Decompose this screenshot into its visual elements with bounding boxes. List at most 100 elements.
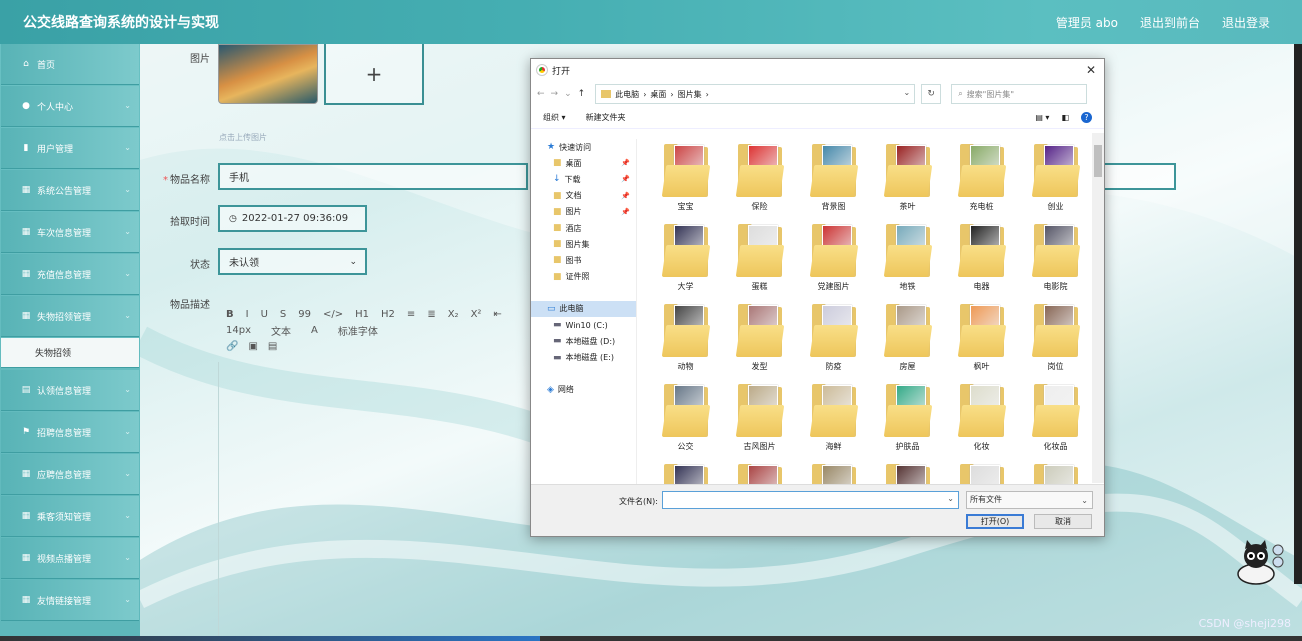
- sidebar-item[interactable]: ▦ 失物招领管理 ⌄: [1, 296, 139, 337]
- nav-item[interactable]: ↓ 下载 📌: [531, 171, 636, 187]
- preview-pane-icon[interactable]: ◧: [1061, 113, 1069, 122]
- refresh-icon[interactable]: ↻: [921, 84, 942, 104]
- folder-item[interactable]: 岗位: [1019, 299, 1092, 379]
- nav-item[interactable]: ▬ 本地磁盘 (E:): [531, 349, 636, 365]
- page-scrollbar[interactable]: [1294, 44, 1302, 584]
- nav-item[interactable]: ■ 图片集: [531, 236, 636, 252]
- nav-item[interactable]: ■ 图片 📌: [531, 204, 636, 220]
- view-icon[interactable]: ▤ ▾: [1035, 113, 1049, 122]
- folder-item[interactable]: [1019, 459, 1092, 484]
- organize-menu[interactable]: 组织 ▾: [543, 112, 566, 123]
- status-select[interactable]: 未认领 ⌄: [218, 248, 367, 275]
- pickup-time-input[interactable]: ◷ 2022-01-27 09:36:09: [218, 205, 367, 232]
- toolbar-button[interactable]: ≣: [427, 309, 435, 320]
- toolbar-button[interactable]: 99: [298, 309, 311, 320]
- folder-item[interactable]: 背景图: [797, 139, 870, 219]
- folder-item[interactable]: 充电桩: [945, 139, 1018, 219]
- folder-item[interactable]: 电影院: [1019, 219, 1092, 299]
- sidebar-item[interactable]: ▮ 用户管理 ⌄: [1, 128, 139, 169]
- toolbar-button[interactable]: ⇤: [493, 309, 501, 320]
- toolbar-select[interactable]: 14px: [226, 325, 251, 336]
- sidebar-item[interactable]: ▦ 视频点播管理 ⌄: [1, 538, 139, 579]
- sidebar-item[interactable]: ▦ 车次信息管理 ⌄: [1, 212, 139, 253]
- breadcrumb-item[interactable]: 图片集: [678, 89, 702, 100]
- toolbar-button[interactable]: X₂: [448, 309, 459, 320]
- folder-item[interactable]: 房屋: [871, 299, 944, 379]
- add-image-button[interactable]: +: [324, 44, 424, 105]
- nav-item[interactable]: ■ 文档 📌: [531, 188, 636, 204]
- folder-item[interactable]: 宝宝: [649, 139, 722, 219]
- nav-item[interactable]: ■ 图书: [531, 252, 636, 268]
- image-icon[interactable]: ▣: [248, 341, 257, 352]
- toolbar-select[interactable]: 文本: [271, 323, 291, 338]
- toolbar-button[interactable]: H2: [381, 309, 395, 320]
- folder-item[interactable]: 创业: [1019, 139, 1092, 219]
- breadcrumb-item[interactable]: 此电脑: [615, 89, 639, 100]
- close-icon[interactable]: ✕: [1082, 61, 1100, 79]
- folder-item[interactable]: 电器: [945, 219, 1018, 299]
- recent-chevron-icon[interactable]: ⌄: [564, 89, 572, 99]
- nav-item[interactable]: ▬ 本地磁盘 (D:): [531, 333, 636, 349]
- sidebar-item[interactable]: ▤ 认领信息管理 ⌄: [1, 370, 139, 411]
- cancel-button[interactable]: 取消: [1034, 514, 1092, 529]
- back-arrow-icon[interactable]: ←: [537, 89, 545, 99]
- sidebar-item[interactable]: ▦ 友情链接管理 ⌄: [1, 580, 139, 621]
- toolbar-select[interactable]: 标准字体: [338, 323, 378, 338]
- scroll-thumb[interactable]: [1094, 145, 1102, 177]
- folder-item[interactable]: 蛋糕: [723, 219, 796, 299]
- item-name-input-tail[interactable]: [1103, 163, 1176, 190]
- toolbar-select[interactable]: A: [311, 325, 318, 336]
- help-icon[interactable]: ?: [1081, 112, 1092, 123]
- folder-item[interactable]: 防疫: [797, 299, 870, 379]
- sidebar-item[interactable]: ● 个人中心 ⌄: [1, 86, 139, 127]
- toolbar-button[interactable]: X²: [471, 309, 482, 320]
- open-button[interactable]: 打开(O): [966, 514, 1024, 529]
- folder-item[interactable]: 党建图片: [797, 219, 870, 299]
- toolbar-button[interactable]: </>: [323, 309, 343, 320]
- folder-item[interactable]: 化妆: [945, 379, 1018, 459]
- folder-item[interactable]: [723, 459, 796, 484]
- vertical-scrollbar[interactable]: [1092, 133, 1104, 483]
- folder-item[interactable]: [871, 459, 944, 484]
- folder-item[interactable]: 保险: [723, 139, 796, 219]
- folder-item[interactable]: 公交: [649, 379, 722, 459]
- folder-item[interactable]: 护肤品: [871, 379, 944, 459]
- toolbar-button[interactable]: S: [280, 309, 286, 320]
- horizontal-scrollbar[interactable]: [0, 636, 1302, 641]
- toolbar-button[interactable]: B: [226, 309, 234, 320]
- uploaded-image-thumbnail[interactable]: [218, 44, 318, 104]
- nav-item[interactable]: ■ 桌面 📌: [531, 155, 636, 171]
- filetype-select[interactable]: 所有文件 ⌄: [966, 491, 1093, 509]
- link-icon[interactable]: 🔗: [226, 341, 238, 352]
- up-arrow-icon[interactable]: ↑: [578, 89, 586, 99]
- folder-item[interactable]: [649, 459, 722, 484]
- back-to-front-link[interactable]: 退出到前台: [1140, 14, 1200, 31]
- nav-item[interactable]: ★ 快速访问: [531, 139, 636, 155]
- folder-item[interactable]: 枫叶: [945, 299, 1018, 379]
- toolbar-button[interactable]: ≡: [407, 309, 415, 320]
- sidebar-subitem[interactable]: 失物招领: [1, 338, 139, 368]
- folder-item[interactable]: 地铁: [871, 219, 944, 299]
- sidebar-item[interactable]: ⌂ 首页: [1, 44, 139, 85]
- folder-item[interactable]: 动物: [649, 299, 722, 379]
- new-folder-button[interactable]: 新建文件夹: [586, 112, 626, 123]
- folder-item[interactable]: 发型: [723, 299, 796, 379]
- sidebar-item[interactable]: ▦ 充值信息管理 ⌄: [1, 254, 139, 295]
- nav-item[interactable]: ▬ Win10 (C:): [531, 317, 636, 333]
- toolbar-button[interactable]: I: [246, 309, 249, 320]
- forward-arrow-icon[interactable]: →: [551, 89, 559, 99]
- item-name-input[interactable]: 手机: [218, 163, 528, 190]
- logout-link[interactable]: 退出登录: [1222, 14, 1270, 31]
- sidebar-item[interactable]: ▦ 乘客须知管理 ⌄: [1, 496, 139, 537]
- nav-item[interactable]: ◈ 网络: [531, 382, 636, 398]
- folder-item[interactable]: 海鲜: [797, 379, 870, 459]
- folder-item[interactable]: 大学: [649, 219, 722, 299]
- sidebar-item[interactable]: ▦ 系统公告管理 ⌄: [1, 170, 139, 211]
- search-input[interactable]: ⌕ 搜索"图片集": [951, 84, 1088, 104]
- address-box[interactable]: 此电脑 › 桌面 › 图片集 › ⌄: [595, 84, 916, 104]
- sidebar-item[interactable]: ⚑ 招聘信息管理 ⌄: [1, 412, 139, 453]
- folder-item[interactable]: 古风图片: [723, 379, 796, 459]
- video-icon[interactable]: ▤: [268, 341, 277, 352]
- nav-item[interactable]: ▭ 此电脑: [531, 300, 636, 318]
- nav-item[interactable]: ■ 证件照: [531, 269, 636, 285]
